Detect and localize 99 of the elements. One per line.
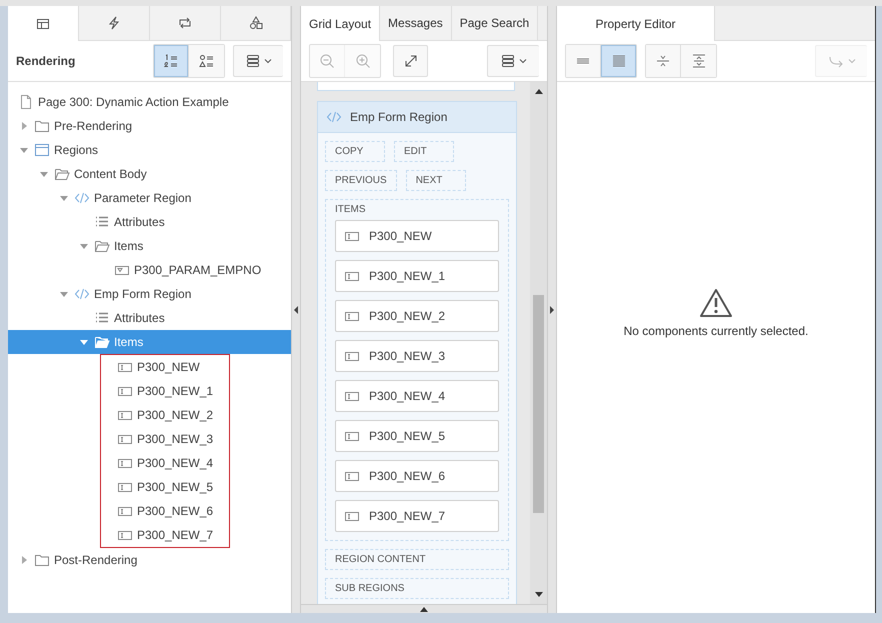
window-icon	[34, 142, 50, 158]
menu-icon	[500, 54, 514, 68]
display-button[interactable]	[601, 45, 636, 77]
expanded-caret-icon[interactable]	[20, 146, 28, 154]
scroll-thumb[interactable]	[533, 295, 544, 513]
collapse-all-button[interactable]	[646, 45, 681, 77]
expanded-caret-icon[interactable]	[80, 338, 88, 346]
button-position: NEXT	[406, 170, 466, 191]
shapes-icon	[248, 15, 264, 31]
tree-node[interactable]: P300_NEW	[101, 355, 229, 379]
expanded-caret-icon[interactable]	[80, 242, 88, 250]
item-card[interactable]: P300_NEW_5	[335, 420, 499, 452]
panel-tab[interactable]: Property Editor	[557, 6, 715, 41]
arrows-icon	[177, 15, 193, 31]
tree-node[interactable]: Post-Rendering	[8, 548, 291, 572]
code-icon	[74, 190, 90, 206]
open-folder-icon	[54, 166, 70, 182]
folder-icon	[34, 552, 50, 568]
dense-lines-icon	[610, 53, 626, 69]
zoom-out-icon	[319, 53, 335, 69]
panel-title: Rendering	[16, 54, 76, 68]
tree-node[interactable]: P300_NEW_1	[101, 379, 229, 403]
shape-list-icon	[198, 53, 214, 69]
tree-node[interactable]: Content Body	[8, 162, 291, 186]
empty-message: No components currently selected.	[624, 324, 808, 338]
item-card[interactable]: P300_NEW_1	[335, 260, 499, 292]
button-position: EDIT	[394, 141, 454, 162]
button-position: COPY	[325, 141, 385, 162]
display-button[interactable]	[566, 45, 601, 77]
expanded-caret-icon[interactable]	[40, 170, 48, 178]
menu-button[interactable]	[233, 45, 283, 77]
zoom-in-icon	[354, 53, 370, 69]
item-name: P300_NEW_2	[369, 309, 446, 323]
code-icon	[326, 109, 342, 125]
tree-node[interactable]: Regions	[8, 138, 291, 162]
lightning-icon	[106, 15, 122, 31]
expand-all-button[interactable]	[681, 45, 716, 77]
item-name: P300_NEW_1	[369, 269, 446, 283]
scroll-up-icon[interactable]	[534, 88, 542, 94]
tree-node[interactable]: P300_NEW_7	[101, 523, 229, 547]
view-button[interactable]	[154, 45, 189, 77]
tree-node[interactable]: Attributes	[8, 210, 291, 234]
item-card[interactable]: P300_NEW_2	[335, 300, 499, 332]
tree-node[interactable]: P300_NEW_6	[101, 499, 229, 523]
numbered-list-icon	[163, 53, 179, 69]
collapsed-caret-icon[interactable]	[20, 556, 28, 564]
chevron-down-icon	[264, 57, 272, 65]
menu-button[interactable]	[487, 45, 539, 77]
expand-icon	[402, 53, 418, 69]
item-name: P300_NEW	[369, 229, 432, 243]
tree-node[interactable]: P300_NEW_4	[101, 451, 229, 475]
item-card[interactable]: P300_NEW_3	[335, 340, 499, 372]
page-node[interactable]: Page 300: Dynamic Action Example	[8, 90, 291, 114]
folder-icon	[34, 118, 50, 134]
collapsed-caret-icon[interactable]	[20, 122, 28, 130]
panel-tab[interactable]	[8, 6, 79, 41]
button-position: PREVIOUS	[325, 170, 397, 191]
view-button[interactable]	[189, 45, 224, 77]
warning-icon	[699, 288, 733, 318]
items-label: ITEMS	[335, 204, 367, 215]
tree-node[interactable]: P300_PARAM_EMPNO	[8, 258, 291, 282]
tree-node[interactable]: Pre-Rendering	[8, 114, 291, 138]
expand-all-icon	[690, 53, 706, 69]
panel-tab[interactable]: Grid Layout	[301, 6, 380, 41]
chevron-down-icon	[848, 57, 856, 65]
tree-node[interactable]: Items	[8, 234, 291, 258]
item-name: P300_NEW_3	[369, 349, 446, 363]
item-name: P300_NEW_6	[369, 469, 446, 483]
expand-button[interactable]	[393, 45, 428, 77]
open-folder-icon	[94, 238, 110, 254]
tree-node[interactable]: P300_NEW_2	[101, 403, 229, 427]
section-area: SUB REGIONS	[325, 578, 509, 599]
scrollbar[interactable]	[530, 82, 547, 604]
collapse-left-icon[interactable]	[294, 306, 298, 314]
item-card[interactable]: P300_NEW_7	[335, 500, 499, 532]
tree-node[interactable]: P300_NEW_5	[101, 475, 229, 499]
menu-icon	[246, 54, 260, 68]
item-card[interactable]: P300_NEW_6	[335, 460, 499, 492]
item-card[interactable]: P300_NEW	[335, 220, 499, 252]
item-card[interactable]: P300_NEW_4	[335, 380, 499, 412]
page-icon	[18, 94, 34, 110]
tree-node[interactable]: Attributes	[8, 306, 291, 330]
chevron-down-icon	[518, 57, 526, 65]
item-name: P300_NEW_4	[369, 389, 446, 403]
tree-node[interactable]: P300_NEW_3	[101, 427, 229, 451]
expanded-caret-icon[interactable]	[60, 194, 68, 202]
tree-node[interactable]: Parameter Region	[8, 186, 291, 210]
scroll-down-icon[interactable]	[534, 592, 542, 598]
collapse-icon	[655, 53, 671, 69]
item-name: P300_NEW_7	[369, 509, 446, 523]
tree-node[interactable]: Emp Form Region	[8, 282, 291, 306]
collapse-right-icon[interactable]	[550, 306, 554, 314]
item-name: P300_NEW_5	[369, 429, 446, 443]
open-folder-icon	[94, 334, 110, 350]
code-icon	[74, 286, 90, 302]
expanded-caret-icon[interactable]	[60, 290, 68, 298]
section-area: REGION CONTENT	[325, 549, 509, 570]
expand-bottom-icon[interactable]	[420, 606, 428, 612]
region-title: Emp Form Region	[350, 110, 448, 124]
